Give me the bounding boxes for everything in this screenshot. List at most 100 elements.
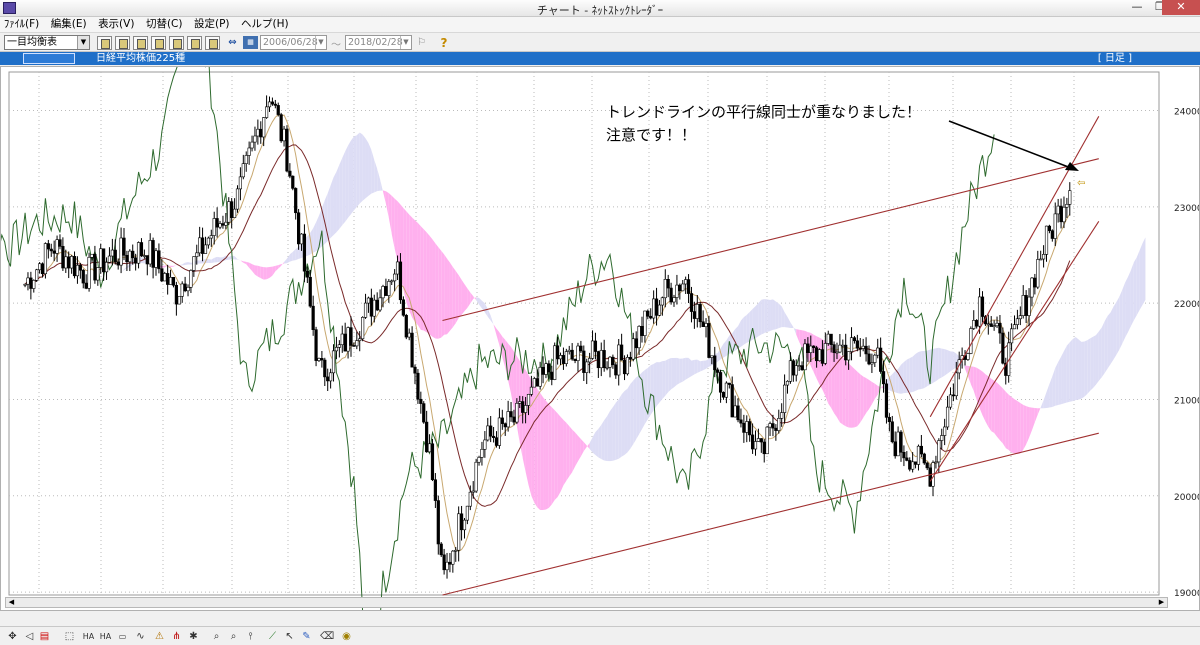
candle-body <box>867 353 871 365</box>
candle-body <box>244 155 248 164</box>
palette-icon[interactable]: ◉ <box>340 630 353 643</box>
candle-body <box>288 170 292 177</box>
candlestick-chart[interactable]: 1900020000210002200023000240002018/06201… <box>0 13 1200 645</box>
kumo-segment <box>1072 336 1076 402</box>
horizontal-scrollbar[interactable]: ◀ ▶ <box>5 597 1168 608</box>
arrow-icon[interactable]: ↖ <box>283 630 296 643</box>
candle-body <box>262 117 266 138</box>
kumo-segment <box>935 347 939 382</box>
candle-body <box>40 263 45 275</box>
candle-body <box>134 257 138 264</box>
ha-icon[interactable]: HA <box>82 630 95 643</box>
candle-body <box>372 299 376 317</box>
chart-type-select[interactable]: 一目均衡表 ▼ <box>4 35 90 50</box>
kumo-segment <box>851 366 855 428</box>
chart-option-icon[interactable] <box>151 36 166 50</box>
current-price-icon: ⇦ <box>1077 178 1085 189</box>
vertical-line-icon[interactable]: ⫯ <box>244 630 257 643</box>
candle-body <box>23 283 27 286</box>
help-button[interactable]: ? <box>437 36 451 50</box>
pen-icon[interactable]: ✎ <box>300 630 313 643</box>
chart-option-icon[interactable] <box>133 36 148 50</box>
date-from-field[interactable]: 2006/06/28 ▼ <box>260 35 327 50</box>
fork-icon[interactable]: ⋔ <box>170 630 183 643</box>
select-icon[interactable]: ⬚ <box>63 630 76 643</box>
ha-icon[interactable]: HA <box>99 630 112 643</box>
candle-body <box>841 344 845 347</box>
chart-panel[interactable]: 1900020000210002200023000240002018/06201… <box>0 13 1200 645</box>
kumo-segment <box>863 376 867 418</box>
minimize-button[interactable]: — <box>1126 0 1148 15</box>
candle-body <box>774 427 778 431</box>
candle-body <box>806 343 810 353</box>
drawing-toolbar: ✥ ◁ ▤ ⬚ HA HA ▭ ∿ ⚠ ⋔ ✱ ⌕ ⌕ ⫯ ⟋ ↖ ✎ ⌫ ◉ <box>0 626 1200 645</box>
candle-body <box>617 344 621 376</box>
calendar-icon[interactable]: ▦ <box>243 36 258 49</box>
warning-icon[interactable]: ⚠ <box>153 630 166 643</box>
kumo-segment <box>1075 336 1079 401</box>
candle-body <box>305 270 309 278</box>
candle-body <box>643 310 647 336</box>
kumo-segment <box>569 426 573 477</box>
candle-body <box>427 443 432 453</box>
chart-option-icon[interactable] <box>205 36 220 50</box>
kumo-segment <box>560 416 564 492</box>
scroll-left-icon[interactable]: ◀ <box>6 598 17 607</box>
chart-small-icon[interactable]: ▭ <box>116 630 129 643</box>
chart-option-icon[interactable] <box>169 36 184 50</box>
menu-edit[interactable]: 編集(E) <box>47 17 91 32</box>
menu-switch[interactable]: 切替(C) <box>142 17 187 32</box>
candle-body <box>1053 213 1057 239</box>
candle-body <box>750 434 755 450</box>
zoom-out-icon[interactable]: ⌕ <box>227 630 240 643</box>
flag-icon[interactable]: ⚐ <box>415 36 428 49</box>
candle-body <box>180 283 184 297</box>
candle-body <box>718 372 723 393</box>
link-icon[interactable]: ⇔ <box>226 36 239 49</box>
candle-body <box>139 242 144 257</box>
stock-code-field[interactable] <box>23 53 75 64</box>
curve-icon[interactable]: ∿ <box>134 630 147 643</box>
candle-body <box>506 411 510 428</box>
chart-option-icon[interactable] <box>115 36 130 50</box>
candle-body <box>61 246 65 269</box>
kumo-segment <box>947 350 951 374</box>
kumo-segment <box>671 357 675 390</box>
menu-help[interactable]: ヘルプ(H) <box>237 17 293 32</box>
candle-body <box>422 403 426 423</box>
kumo-segment <box>324 193 328 244</box>
kumo-segment <box>941 348 945 378</box>
trendline-icon[interactable]: ⟋ <box>266 630 279 643</box>
chart-option-icon[interactable] <box>187 36 202 50</box>
candle-body <box>1015 318 1020 325</box>
period-label[interactable]: [ 日足 ] <box>1098 52 1132 65</box>
kumo-segment <box>1090 336 1094 391</box>
menu-view[interactable]: 表示(V) <box>94 17 138 32</box>
scroll-right-icon[interactable]: ▶ <box>1156 598 1167 607</box>
crosshair-icon[interactable]: ✥ <box>6 630 19 643</box>
kumo-segment <box>412 217 416 323</box>
kumo-segment <box>636 375 640 440</box>
candle-body <box>855 340 859 349</box>
left-icon[interactable]: ◁ <box>23 630 36 643</box>
kumo-segment <box>575 432 578 467</box>
candle-body <box>253 135 257 143</box>
candle-body <box>46 243 50 250</box>
chart-icon[interactable]: ▤ <box>38 630 51 643</box>
close-button[interactable]: ✕ <box>1162 0 1200 15</box>
kumo-segment <box>1136 250 1140 316</box>
candle-body <box>753 441 758 450</box>
menu-file[interactable]: ﾌｧｲﾙ(F) <box>0 17 43 32</box>
menu-settings[interactable]: 設定(P) <box>190 17 234 32</box>
candle-body <box>119 237 123 266</box>
eraser-icon[interactable]: ⌫ <box>320 630 334 643</box>
chart-type-value: 一目均衡表 <box>7 37 57 48</box>
cross-icon[interactable]: ✱ <box>187 630 200 643</box>
candle-body <box>256 128 260 137</box>
kumo-segment <box>1104 315 1108 373</box>
chart-option-icon[interactable] <box>97 36 112 50</box>
date-to-field[interactable]: 2018/02/28 ▼ <box>345 35 412 50</box>
kumo-segment <box>618 394 622 459</box>
zoom-icon[interactable]: ⌕ <box>210 630 223 643</box>
candle-body <box>468 491 472 507</box>
